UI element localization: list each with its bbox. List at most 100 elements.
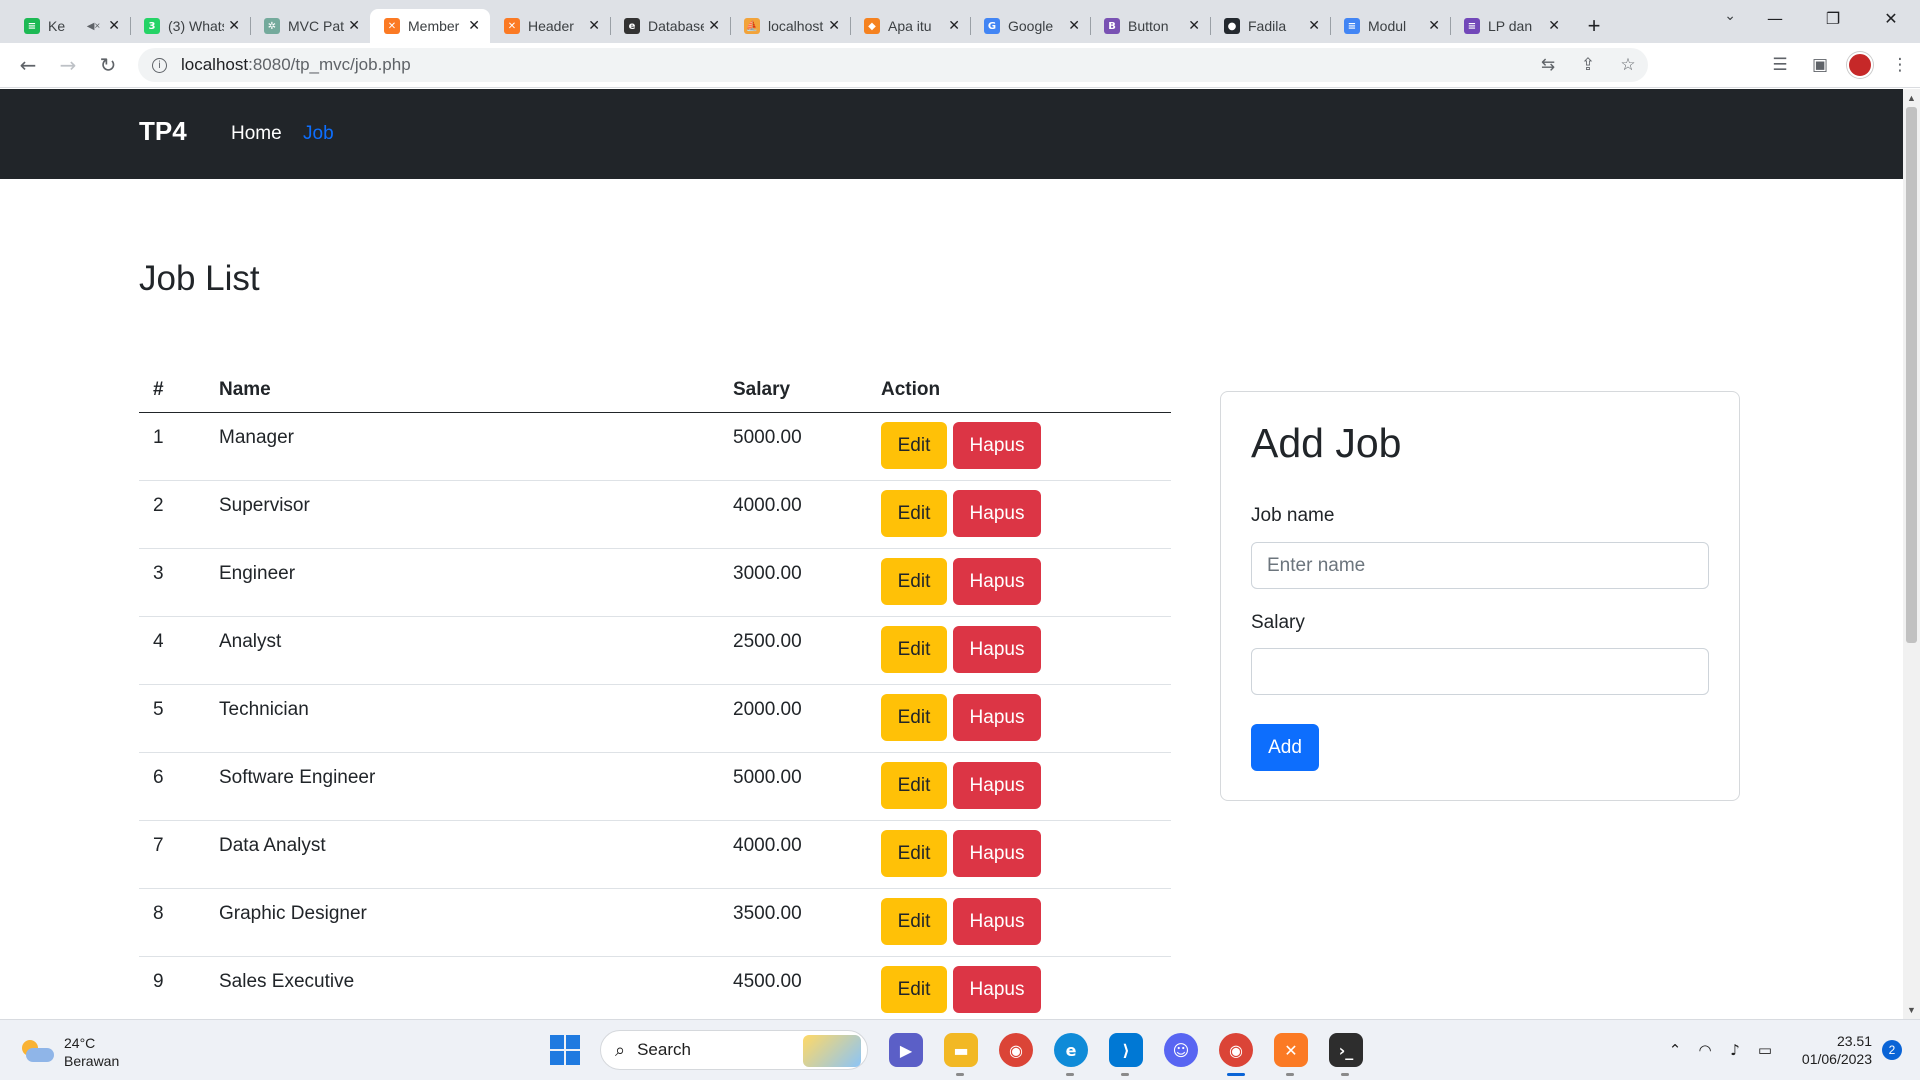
back-icon[interactable]: ← <box>8 53 48 77</box>
salary-cell: 4000.00 <box>719 480 867 549</box>
table-row: 1 Manager 5000.00 Edit Hapus <box>139 412 1171 481</box>
tab-close-icon[interactable]: ✕ <box>588 18 600 34</box>
forward-icon[interactable]: → <box>48 53 88 77</box>
browser-tab[interactable]: ⛵ localhost ✕ <box>730 9 850 43</box>
browser-tab-strip: ≡Ke◀×✕3(3) WhatsApp✕✲MVC Pattern✕✕Member… <box>0 0 1920 43</box>
edit-button[interactable]: Edit <box>881 761 947 809</box>
delete-button[interactable]: Hapus <box>953 965 1041 1013</box>
edit-button[interactable]: Edit <box>881 625 947 673</box>
tab-muted-icon[interactable]: ◀× <box>87 21 101 32</box>
volume-icon[interactable]: ♪ <box>1720 1041 1750 1059</box>
browser-tab[interactable]: ● Fadila ✕ <box>1210 9 1330 43</box>
tab-close-icon[interactable]: ✕ <box>228 18 240 34</box>
table-row: 9 Sales Executive 4500.00 Edit Hapus <box>139 956 1171 1019</box>
row-number: 8 <box>139 888 205 957</box>
delete-button[interactable]: Hapus <box>953 829 1041 877</box>
scroll-thumb[interactable] <box>1906 107 1917 643</box>
address-bar[interactable]: i localhost:8080/tp_mvc/job.php ⇆ ⇪ ☆ <box>138 48 1648 82</box>
add-job-button[interactable]: Add <box>1251 724 1319 771</box>
delete-button[interactable]: Hapus <box>953 625 1041 673</box>
xampp-icon[interactable]: ✕ <box>1274 1033 1308 1076</box>
tab-close-icon[interactable]: ✕ <box>1428 18 1440 34</box>
browser-tab[interactable]: G Google ✕ <box>970 9 1090 43</box>
browser-tab[interactable]: ◆ Apa itu ✕ <box>850 9 970 43</box>
nav-link-job[interactable]: Job <box>303 123 334 145</box>
reload-icon[interactable]: ↻ <box>88 53 128 77</box>
tab-close-icon[interactable]: ✕ <box>708 18 720 34</box>
delete-button[interactable]: Hapus <box>953 693 1041 741</box>
tab-close-icon[interactable]: ✕ <box>1308 18 1320 34</box>
scroll-down-icon[interactable]: ▼ <box>1907 1005 1916 1015</box>
tab-close-icon[interactable]: ✕ <box>1068 18 1080 34</box>
tab-close-icon[interactable]: ✕ <box>348 18 360 34</box>
job-name-cell: Supervisor <box>205 480 719 549</box>
tray-overflow-icon[interactable]: ⌃ <box>1660 1041 1690 1059</box>
edit-button[interactable]: Edit <box>881 965 947 1013</box>
delete-button[interactable]: Hapus <box>953 489 1041 537</box>
new-tab-button[interactable]: + <box>1578 10 1610 42</box>
meet-chat-icon[interactable]: ▶ <box>889 1033 923 1067</box>
scroll-up-icon[interactable]: ▲ <box>1907 93 1916 103</box>
delete-button[interactable]: Hapus <box>953 761 1041 809</box>
browser-tab[interactable]: ✕ Header ✕ <box>490 9 610 43</box>
browser-tab[interactable]: B Button ✕ <box>1090 9 1210 43</box>
notification-badge[interactable]: 2 <box>1882 1040 1902 1060</box>
side-panel-icon[interactable]: ▣ <box>1800 55 1840 75</box>
job-name-cell: Technician <box>205 684 719 753</box>
discord-icon[interactable]: ☺ <box>1164 1033 1198 1067</box>
nav-link-home[interactable]: Home <box>231 123 282 145</box>
taskbar-search[interactable]: ⌕ Search <box>600 1030 868 1070</box>
terminal-icon[interactable]: ›_ <box>1329 1033 1363 1076</box>
delete-button[interactable]: Hapus <box>953 421 1041 469</box>
browser-tab[interactable]: ≡ LP dan ✕ <box>1450 9 1570 43</box>
browser-tab[interactable]: 3 (3) WhatsApp✕ <box>130 9 250 43</box>
edit-button[interactable]: Edit <box>881 693 947 741</box>
page-scrollbar[interactable]: ▲ ▼ <box>1903 89 1920 1019</box>
restore-icon[interactable]: ❐ <box>1804 9 1862 28</box>
bookmark-star-icon[interactable]: ☆ <box>1608 55 1648 75</box>
tab-close-icon[interactable]: ✕ <box>948 18 960 34</box>
system-clock[interactable]: 23.51 01/06/2023 <box>1780 1032 1872 1068</box>
minimize-icon[interactable]: — <box>1746 9 1804 28</box>
action-cell: Edit Hapus <box>867 616 1171 685</box>
browser-tab[interactable]: ≡ Modul ✕ <box>1330 9 1450 43</box>
battery-icon[interactable]: ▭ <box>1750 1041 1780 1059</box>
browser-tab[interactable]: ✕ Member ✕ <box>370 9 490 43</box>
salary-input[interactable] <box>1251 648 1709 695</box>
file-explorer-icon[interactable]: ▬ <box>944 1033 978 1076</box>
tab-search-icon[interactable]: ⌄ <box>1724 8 1736 24</box>
vscode-icon[interactable]: ⟩ <box>1109 1033 1143 1076</box>
site-info-icon[interactable]: i <box>152 57 167 73</box>
edit-button[interactable]: Edit <box>881 829 947 877</box>
tab-close-icon[interactable]: ✕ <box>108 18 120 34</box>
edge-icon[interactable]: e <box>1054 1033 1088 1076</box>
close-window-icon[interactable]: ✕ <box>1862 9 1920 28</box>
media-queue-icon[interactable]: ☰ <box>1760 55 1800 75</box>
edit-button[interactable]: Edit <box>881 421 947 469</box>
profile-avatar[interactable] <box>1847 52 1873 78</box>
delete-button[interactable]: Hapus <box>953 557 1041 605</box>
job-name-input[interactable] <box>1251 542 1709 589</box>
browser-tab[interactable]: e Database ✕ <box>610 9 730 43</box>
system-tray: ⌃ ◠ ♪ ▭ 23.51 01/06/2023 2 <box>1660 1020 1920 1080</box>
chrome-profile-icon[interactable]: ◉ <box>1219 1033 1253 1076</box>
weather-widget[interactable]: 24°C Berawan <box>20 1034 119 1070</box>
browser-tab[interactable]: ≡ Ke ◀× ✕ <box>10 9 130 43</box>
tab-close-icon[interactable]: ✕ <box>468 18 480 34</box>
start-windows-icon[interactable] <box>550 1035 580 1065</box>
tab-close-icon[interactable]: ✕ <box>1188 18 1200 34</box>
tab-close-icon[interactable]: ✕ <box>828 18 840 34</box>
tab-close-icon[interactable]: ✕ <box>1548 18 1560 34</box>
edit-button[interactable]: Edit <box>881 897 947 945</box>
browser-tab[interactable]: ✲ MVC Pattern✕ <box>250 9 370 43</box>
translate-icon[interactable]: ⇆ <box>1528 55 1568 75</box>
edit-button[interactable]: Edit <box>881 557 947 605</box>
edit-button[interactable]: Edit <box>881 489 947 537</box>
navbar-brand[interactable]: TP4 <box>139 116 187 147</box>
search-highlight-image <box>803 1035 861 1067</box>
delete-button[interactable]: Hapus <box>953 897 1041 945</box>
share-icon[interactable]: ⇪ <box>1568 55 1608 75</box>
wifi-icon[interactable]: ◠ <box>1690 1041 1720 1059</box>
chrome-icon[interactable]: ◉ <box>999 1033 1033 1067</box>
menu-kebab-icon[interactable]: ⋮ <box>1880 55 1920 75</box>
